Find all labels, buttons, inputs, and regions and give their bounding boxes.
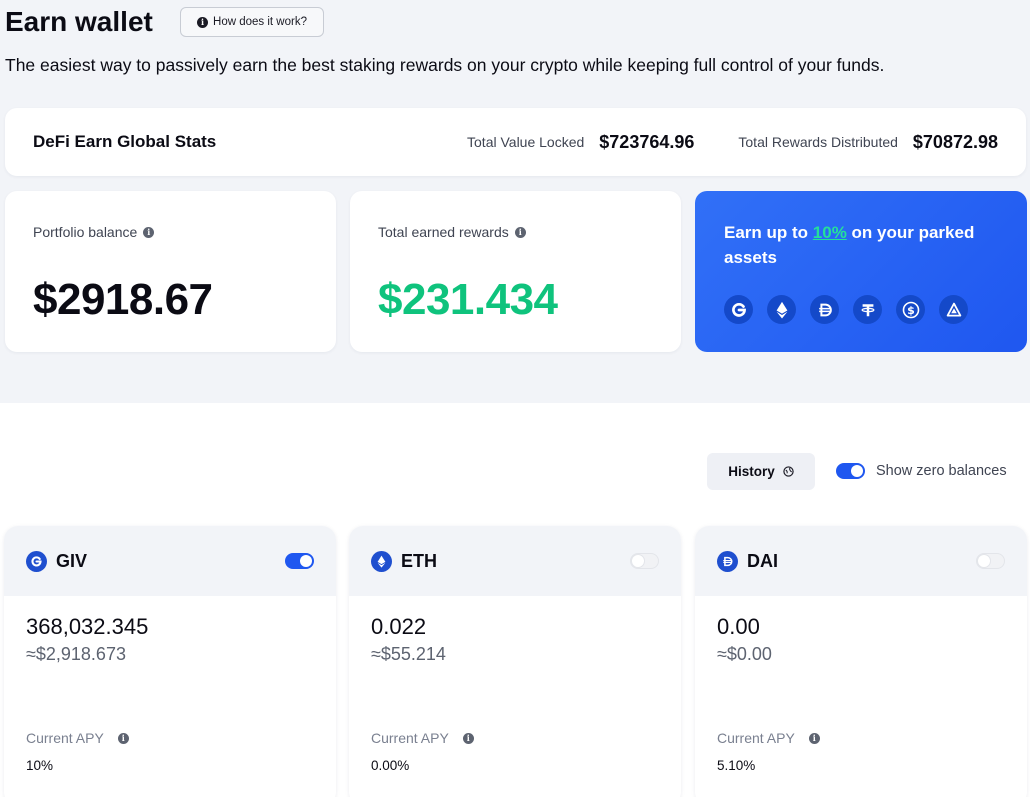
asset-usd-value: ≈$55.214 bbox=[371, 644, 446, 664]
portfolio-balance-value: $2918.67 bbox=[33, 275, 213, 324]
global-stats-title: DeFi Earn Global Stats bbox=[33, 132, 217, 151]
bat-icon bbox=[939, 295, 968, 324]
eth-icon bbox=[767, 295, 796, 324]
apy-value: 5.10% bbox=[717, 758, 756, 773]
asset-amount: 0.00 bbox=[717, 614, 760, 639]
asset-card-header: GIV bbox=[4, 526, 336, 596]
history-label: History bbox=[728, 464, 775, 479]
asset-amount: 368,032.345 bbox=[26, 614, 149, 639]
apy-label: Current APY bbox=[371, 730, 449, 746]
asset-symbol: GIV bbox=[56, 550, 88, 571]
global-stats-values: Total Value Locked $723764.96 Total Rewa… bbox=[467, 132, 998, 153]
toggle-knob bbox=[632, 555, 644, 567]
info-icon[interactable]: i bbox=[462, 732, 474, 744]
giv-icon bbox=[26, 550, 47, 572]
total-earned-value: $231.434 bbox=[378, 275, 558, 324]
show-zero-balances-control: Show zero balances bbox=[836, 463, 1007, 479]
rewards-distributed-value: $70872.98 bbox=[912, 131, 998, 152]
svg-text:$: $ bbox=[907, 304, 915, 317]
asset-usd-value: ≈$2,918.673 bbox=[26, 644, 126, 664]
asset-enable-toggle[interactable] bbox=[630, 553, 659, 569]
history-button[interactable]: History bbox=[707, 453, 815, 490]
total-earned-card: Total earned rewards i $231.434 bbox=[350, 191, 681, 352]
toggle-knob bbox=[851, 465, 863, 477]
info-icon[interactable]: i bbox=[117, 732, 129, 744]
globe-icon bbox=[783, 466, 794, 477]
giv-icon bbox=[724, 295, 753, 324]
portfolio-balance-label: Portfolio balance bbox=[33, 224, 138, 240]
total-earned-label: Total earned rewards bbox=[378, 224, 509, 240]
promo-percent-link[interactable]: 10% bbox=[813, 223, 847, 242]
promo-coin-icons: $ bbox=[724, 295, 968, 324]
asset-card-header: ETH bbox=[349, 526, 681, 596]
show-zero-balances-label: Show zero balances bbox=[876, 463, 1007, 479]
asset-enable-toggle[interactable] bbox=[976, 553, 1005, 569]
asset-card-dai: DAI 0.00 ≈$0.00 Current APY i 5.10% bbox=[695, 526, 1027, 797]
asset-card-header: DAI bbox=[695, 526, 1027, 596]
toggle-knob bbox=[300, 555, 312, 567]
apy-label: Current APY bbox=[26, 730, 104, 746]
usdc-icon: $ bbox=[896, 295, 925, 324]
dai-icon bbox=[810, 295, 839, 324]
apy-label-row: Current APY i bbox=[371, 730, 474, 746]
how-does-it-work-button[interactable]: i How does it work? bbox=[180, 7, 324, 37]
page-title: Earn wallet bbox=[5, 6, 153, 37]
show-zero-balances-toggle[interactable] bbox=[836, 463, 865, 479]
apy-label: Current APY bbox=[717, 730, 795, 746]
asset-card-eth: ETH 0.022 ≈$55.214 Current APY i 0.00% bbox=[349, 526, 681, 797]
asset-card-giv: GIV 368,032.345 ≈$2,918.673 Current APY … bbox=[4, 526, 336, 797]
rewards-distributed-label: Total Rewards Distributed bbox=[738, 134, 898, 150]
toggle-knob bbox=[978, 555, 990, 567]
portfolio-balance-label-row: Portfolio balance i bbox=[33, 224, 155, 240]
page-subtitle: The easiest way to passively earn the be… bbox=[5, 55, 885, 75]
promo-text: Earn up to 10% on your parked assets bbox=[724, 220, 1014, 270]
info-icon[interactable]: i bbox=[143, 226, 155, 238]
apy-value: 0.00% bbox=[371, 758, 410, 773]
global-stats-bar: DeFi Earn Global Stats Total Value Locke… bbox=[5, 108, 1026, 176]
asset-symbol: ETH bbox=[401, 550, 437, 571]
asset-enable-toggle[interactable] bbox=[285, 553, 314, 569]
promo-card: Earn up to 10% on your parked assets $ bbox=[695, 191, 1027, 352]
asset-amount: 0.022 bbox=[371, 614, 427, 639]
how-does-it-work-label: How does it work? bbox=[213, 16, 307, 28]
usdt-icon bbox=[853, 295, 882, 324]
info-icon[interactable]: i bbox=[808, 732, 820, 744]
promo-prefix: Earn up to bbox=[724, 223, 813, 242]
eth-icon bbox=[371, 550, 392, 572]
asset-usd-value: ≈$0.00 bbox=[717, 644, 772, 664]
dai-icon bbox=[717, 550, 738, 572]
info-icon: i bbox=[197, 16, 209, 28]
asset-symbol: DAI bbox=[747, 550, 778, 571]
apy-label-row: Current APY i bbox=[26, 730, 129, 746]
total-earned-label-row: Total earned rewards i bbox=[378, 224, 526, 240]
portfolio-balance-card: Portfolio balance i $2918.67 bbox=[5, 191, 336, 352]
apy-value: 10% bbox=[26, 758, 54, 773]
apy-label-row: Current APY i bbox=[717, 730, 820, 746]
tvl-label: Total Value Locked bbox=[467, 134, 585, 150]
tvl-value: $723764.96 bbox=[599, 131, 695, 152]
info-icon[interactable]: i bbox=[514, 226, 526, 238]
